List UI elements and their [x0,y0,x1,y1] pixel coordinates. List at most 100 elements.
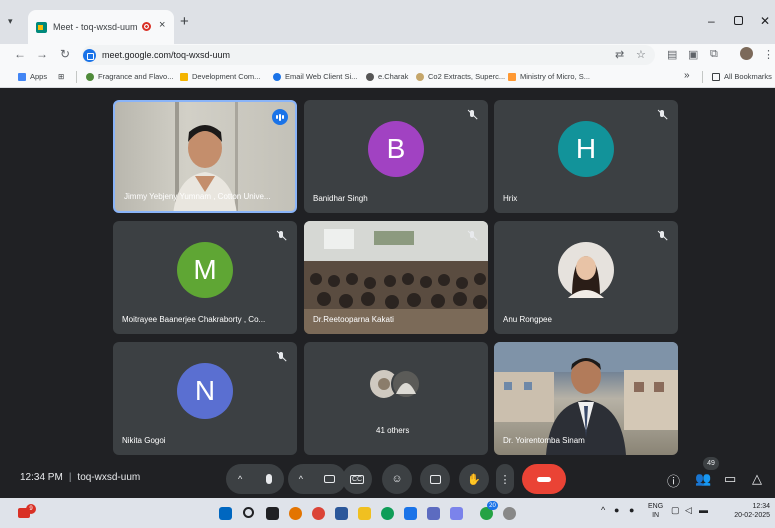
captions-icon: CC [349,474,365,484]
tab-close-icon[interactable]: × [159,19,165,31]
participant-tile-nikita[interactable]: N Nikita Gogoi [113,342,297,455]
task-view-icon[interactable] [266,507,279,520]
translate-icon[interactable]: ⇄ [615,48,624,61]
participant-tile-moitrayee[interactable]: M Moitrayee Baanerjee Chakraborty , Co..… [113,221,297,334]
app-icon[interactable] [289,507,302,520]
meeting-details-icon[interactable]: ⓘ [667,471,680,490]
end-call-icon [537,476,551,482]
url-text: meet.google.com/toq-wxsd-uum [102,50,231,60]
bookmark-favicon-icon [508,72,516,81]
meeting-info: 12:34 PM | toq-wxsd-uum [20,472,141,483]
tray-mic-icon[interactable]: ● [629,505,634,515]
emoji-button[interactable]: ☺ [382,464,412,494]
bookmark-item[interactable]: Fragrance and Flavo... [86,72,173,81]
bookmark-item[interactable]: e.Charak [366,72,408,81]
edge-icon[interactable] [381,507,394,520]
bookmark-favicon-icon [273,72,281,81]
microphone-button[interactable] [266,474,273,484]
menu-kebab-icon[interactable]: ⋮ [763,48,774,61]
language-indicator[interactable]: ENG IN [648,502,663,520]
site-info-icon[interactable] [83,48,96,62]
participant-name: Moitrayee Baanerjee Chakraborty , Co... [122,315,266,324]
volume-icon[interactable]: ◁ [685,505,692,516]
raise-hand-button[interactable]: ✋ [459,464,489,494]
settings-icon[interactable] [503,507,516,520]
present-button[interactable] [420,464,450,494]
extensions-icon[interactable]: ⧉ [710,48,718,61]
mic-off-icon [275,351,287,363]
app-icon[interactable] [427,507,440,520]
bookmark-star-icon[interactable]: ☆ [636,48,646,61]
windows-taskbar: 9 20 ^ ● ● ENG IN ▢ ◁ ▬ 12:34 20-02-2025 [0,498,775,528]
back-icon[interactable]: ← [14,47,26,61]
meeting-code: toq-wxsd-uum [77,472,141,483]
word-icon[interactable] [335,507,348,520]
battery-icon[interactable]: ▬ [699,505,708,515]
camera-button[interactable] [324,475,336,483]
participant-tile-anu[interactable]: Anu Rongpee [494,221,678,334]
participant-tile-reetooparna[interactable]: Dr.Reetooparna Kakati [304,221,488,334]
bookmarks-overflow-button[interactable]: » [684,70,690,81]
avatar: N [177,363,233,419]
address-bar[interactable]: meet.google.com/toq-wxsd-uum ⇄ ☆ [82,45,655,65]
all-bookmarks-button[interactable]: All Bookmarks [712,72,772,81]
more-options-button[interactable]: ⋮ [496,464,514,494]
clock[interactable]: 12:34 20-02-2025 [728,502,770,520]
avatar: H [558,121,614,177]
restore-button[interactable] [734,16,743,25]
tray-app-icon[interactable]: ● [614,505,619,515]
bookmark-item[interactable]: Co2 Extracts, Superc... [416,72,505,81]
file-explorer-icon[interactable] [358,507,371,520]
bookmark-item[interactable]: Development Com... [180,72,260,81]
mic-off-icon [656,230,668,242]
participant-name: Hrix [503,194,518,203]
participant-tile-jimmy[interactable]: Jimmy Yebjeny Yumnam , Cotton Unive... [113,100,297,213]
mic-off-icon [656,109,668,121]
others-count-label: 41 others [376,426,410,435]
people-icon[interactable]: 👥 [695,471,711,487]
participant-tile-banidhar[interactable]: B Banidhar Singh [304,100,488,213]
bookmark-favicon-icon [416,72,424,81]
mic-options-chevron-icon[interactable]: ^ [238,474,242,484]
camera-options-chevron-icon[interactable]: ^ [299,474,303,484]
app-icon[interactable] [450,507,463,520]
camera-control-group: ^ [288,464,346,494]
leave-call-button[interactable] [522,464,566,494]
mic-off-icon [466,230,478,242]
notification-badge: 9 [26,504,36,514]
activities-icon[interactable]: △ [752,471,762,487]
bookmark-item[interactable]: Ministry of Micro, S... [508,72,590,81]
captions-button[interactable]: CC [342,464,372,494]
start-button[interactable] [219,507,232,520]
participant-tile-others[interactable]: 41 others [304,342,488,455]
cast-icon[interactable]: ▣ [688,48,698,61]
weather-widget[interactable]: 9 [18,504,36,520]
tray-overflow-icon[interactable]: ^ [601,505,605,515]
app-icon[interactable] [404,507,417,520]
bookmark-apps[interactable]: Apps [18,72,47,81]
reload-icon[interactable]: ↻ [60,47,70,61]
screenshot-icon[interactable]: ▤ [667,48,677,61]
mic-control-group: ^ [226,464,284,494]
window-close-button[interactable]: ✕ [760,14,770,28]
participant-name: Dr.Reetooparna Kakati [313,315,394,324]
browser-tab-meet[interactable]: Meet - toq-wxsd-uum × [28,10,174,44]
bookmark-grid-icon[interactable]: ⊞ [58,72,64,81]
speaking-indicator-icon [272,109,288,125]
chat-icon[interactable]: ▭ [724,471,736,487]
participant-tile-yoirentomba[interactable]: Dr. Yoirentomba Sinam [494,342,678,455]
new-tab-button[interactable]: + [180,13,189,30]
forward-icon[interactable]: → [36,47,48,61]
network-icon[interactable]: ▢ [671,505,680,516]
bookmark-item[interactable]: Email Web Client Si... [273,72,357,81]
search-icon[interactable] [243,507,254,518]
recording-indicator-icon [142,22,151,31]
profile-avatar[interactable] [740,47,753,60]
chrome-icon[interactable] [312,507,325,520]
tab-search-icon[interactable]: ▾ [8,16,13,27]
minimize-button[interactable]: – [708,14,715,28]
participant-name: Jimmy Yebjeny Yumnam , Cotton Unive... [124,192,271,201]
participant-tile-hrix[interactable]: H Hrix [494,100,678,213]
bookmark-favicon-icon [366,72,374,81]
others-avatars [370,369,421,399]
